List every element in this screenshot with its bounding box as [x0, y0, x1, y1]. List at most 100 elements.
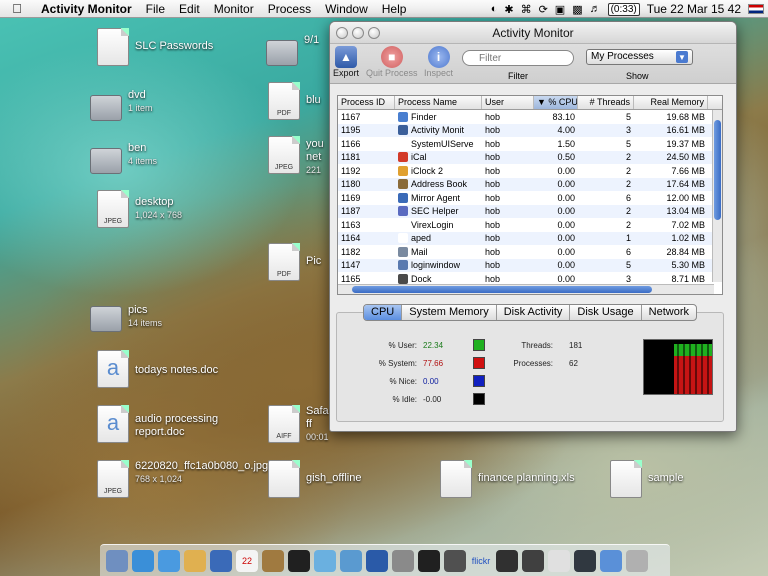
user-color-swatch[interactable]: [473, 339, 485, 351]
time-machine-icon[interactable]: ◐: [491, 3, 498, 15]
apple-menu-icon[interactable]: : [0, 1, 34, 16]
desktop-icon[interactable]: a todays notes.doc: [97, 350, 218, 388]
column-cpu[interactable]: ▼ % CPU: [534, 96, 578, 109]
ichat-icon[interactable]: [158, 549, 180, 572]
vertical-scrollbar[interactable]: [712, 110, 722, 282]
desktop-icon[interactable]: JPEG desktop 1,024 x 768: [97, 190, 182, 228]
display-icon[interactable]: ▣: [555, 3, 565, 16]
menu-clock[interactable]: Tue 22 Mar 15 42: [647, 2, 741, 16]
table-row[interactable]: 1164 aped hob 0.00 1 1.02 MB: [338, 231, 722, 245]
export-button[interactable]: ▲ Export: [333, 46, 359, 78]
menu-monitor[interactable]: Monitor: [207, 2, 261, 16]
table-row[interactable]: 1182 Mail hob 0.00 6 28.84 MB: [338, 245, 722, 259]
table-row[interactable]: 1167 Finder hob 83.10 5 19.68 MB: [338, 110, 722, 124]
desktop-icon[interactable]: sample: [610, 460, 683, 498]
word-icon[interactable]: [366, 549, 388, 572]
cell-cpu: 0.00: [557, 273, 575, 284]
table-row[interactable]: 1187 SEC Helper hob 0.00 2 13.04 MB: [338, 204, 722, 218]
wifi-icon[interactable]: ⌘: [521, 3, 532, 16]
table-row[interactable]: 1195 Activity Monit hob 4.00 3 16.61 MB: [338, 123, 722, 137]
system-prefs-icon[interactable]: [392, 549, 414, 572]
cell-user: hob: [485, 138, 501, 149]
quit-process-button[interactable]: ■ Quit Process: [366, 46, 418, 78]
tab-system-memory[interactable]: System Memory: [402, 305, 497, 320]
mail-icon[interactable]: [184, 549, 206, 572]
sync-icon[interactable]: ⟳: [539, 3, 548, 16]
monitor-icon[interactable]: [574, 549, 596, 572]
address-book-icon[interactable]: [262, 549, 284, 572]
desktop-icon[interactable]: finance planning.xls: [440, 460, 575, 498]
desktop-icon[interactable]: JPEG 6220820_ffc1a0b080_o.jpg 768 x 1,024: [97, 460, 268, 498]
safari-icon[interactable]: [132, 549, 154, 572]
volume-icon[interactable]: ♬: [590, 3, 601, 15]
table-row[interactable]: 1181 iCal hob 0.50 2 24.50 MB: [338, 150, 722, 164]
desktop-icon[interactable]: PDF blu: [268, 82, 321, 120]
tire-icon[interactable]: [496, 549, 518, 572]
zoom-button[interactable]: [368, 26, 380, 39]
table-row[interactable]: 1147 loginwindow hob 0.00 5 5.30 MB: [338, 258, 722, 272]
desktop-icon[interactable]: pics 14 items: [90, 298, 162, 332]
idle-color-swatch[interactable]: [473, 393, 485, 405]
menu-window[interactable]: Window: [318, 2, 375, 16]
battery-status[interactable]: (0:33): [607, 2, 640, 16]
system-color-swatch[interactable]: [473, 357, 485, 369]
menu-edit[interactable]: Edit: [172, 2, 207, 16]
desktop-icon[interactable]: PDF Pic: [268, 243, 321, 281]
title-bar[interactable]: Activity Monitor: [330, 22, 736, 44]
minimize-button[interactable]: [352, 26, 364, 39]
column-process-name[interactable]: Process Name: [395, 96, 482, 109]
menu-app-name[interactable]: Activity Monitor: [34, 2, 139, 16]
column-user[interactable]: User: [482, 96, 534, 109]
bluetooth-icon[interactable]: ✱: [504, 3, 513, 16]
table-row[interactable]: 1163 VirexLogin hob 0.00 2 7.02 MB: [338, 218, 722, 232]
tab-disk-activity[interactable]: Disk Activity: [497, 305, 571, 320]
desktop-icon[interactable]: AIFF Safa ff 00:01: [268, 405, 330, 444]
preview-icon[interactable]: [210, 549, 232, 572]
cell-user: hob: [485, 260, 501, 271]
desktop-icon[interactable]: JPEG you net 221: [268, 136, 326, 177]
column-threads[interactable]: # Threads: [578, 96, 634, 109]
input-menu-flag-icon[interactable]: [748, 4, 764, 14]
desktop-icon[interactable]: gish_offline: [268, 460, 361, 498]
tab-cpu[interactable]: CPU: [364, 305, 403, 320]
flickr-icon[interactable]: flickr: [470, 550, 492, 572]
horizontal-scrollbar[interactable]: [338, 284, 714, 294]
ical-icon[interactable]: 22: [236, 549, 258, 572]
inspect-label: Inspect: [424, 68, 454, 78]
tab-disk-usage[interactable]: Disk Usage: [570, 305, 642, 320]
menu-help[interactable]: Help: [375, 2, 414, 16]
nice-color-swatch[interactable]: [473, 375, 485, 387]
desktop-icon[interactable]: SLC Passwords: [97, 28, 213, 66]
column-process-id[interactable]: Process ID: [338, 96, 395, 109]
filter-input[interactable]: [462, 50, 574, 66]
mouse-icon[interactable]: [548, 549, 570, 572]
clapper-icon[interactable]: [522, 549, 544, 572]
iclock-icon[interactable]: [444, 549, 466, 572]
show-processes-select[interactable]: My Processes ▼: [586, 49, 693, 65]
ink-icon[interactable]: [418, 549, 440, 572]
table-row[interactable]: 1180 Address Book hob 0.00 2 17.64 MB: [338, 177, 722, 191]
trash-icon[interactable]: [626, 549, 648, 572]
scroll-thumb[interactable]: [714, 120, 721, 220]
table-row[interactable]: 1169 Mirror Agent hob 0.00 6 12.00 MB: [338, 191, 722, 205]
dvd-icon[interactable]: [288, 549, 310, 572]
iphoto-icon[interactable]: [340, 549, 362, 572]
desktop-icon[interactable]: ben 4 items: [90, 140, 157, 174]
itunes-icon[interactable]: [314, 549, 336, 572]
scroll-thumb[interactable]: [352, 286, 652, 293]
ical-menu-icon[interactable]: ▩: [572, 3, 582, 16]
inspect-button[interactable]: i Inspect: [424, 46, 453, 78]
desktop-icon[interactable]: 9/1: [266, 32, 319, 66]
menu-process[interactable]: Process: [261, 2, 318, 16]
desktop-icon[interactable]: a audio processing report.doc: [97, 405, 225, 443]
info-icon: i: [427, 46, 450, 68]
close-button[interactable]: [336, 26, 348, 39]
finder-icon[interactable]: [106, 549, 128, 572]
tab-network[interactable]: Network: [642, 305, 696, 320]
menu-file[interactable]: File: [139, 2, 172, 16]
folder-icon[interactable]: [600, 549, 622, 572]
column-real-memory[interactable]: Real Memory: [634, 96, 708, 109]
table-row[interactable]: 1192 iClock 2 hob 0.00 2 7.66 MB: [338, 164, 722, 178]
desktop-icon[interactable]: dvd 1 item: [90, 87, 153, 121]
table-row[interactable]: 1166 SystemUIServe hob 1.50 5 19.37 MB: [338, 137, 722, 151]
